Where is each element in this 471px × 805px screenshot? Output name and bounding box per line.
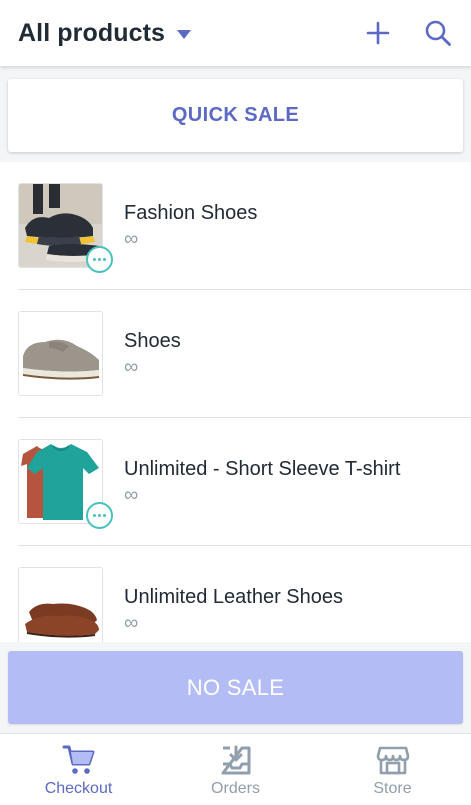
shoe-image: [19, 312, 102, 395]
caret-down-icon[interactable]: [177, 29, 192, 39]
product-name: Fashion Shoes: [124, 202, 258, 224]
plus-icon: [366, 21, 390, 45]
no-sale-button[interactable]: NO SALE: [8, 651, 463, 724]
product-name: Unlimited Leather Shoes: [124, 586, 344, 608]
quick-sale-button[interactable]: QUICK SALE: [8, 79, 463, 152]
leather-shoes-image: [19, 568, 102, 642]
product-thumbnail: [18, 311, 103, 396]
product-list: Fashion Shoes ∞ Shoes ∞ Unlimited - Shor…: [0, 162, 471, 642]
page-title[interactable]: All products: [18, 19, 165, 48]
bottom-tab-bar: Checkout Orders Store: [0, 733, 471, 805]
tab-label: Checkout: [44, 780, 113, 797]
tab-store[interactable]: Store: [314, 734, 471, 805]
product-stock: ∞: [124, 484, 139, 506]
tab-label: Store: [373, 780, 412, 797]
tab-label: Orders: [211, 780, 260, 797]
product-name: Shoes: [124, 330, 181, 352]
variants-badge: [86, 502, 113, 529]
product-list-item[interactable]: Unlimited - Short Sleeve T-shirt ∞: [0, 418, 471, 546]
tab-orders[interactable]: Orders: [157, 734, 314, 805]
quick-sale-area: QUICK SALE: [0, 66, 471, 162]
product-stock: ∞: [124, 228, 139, 250]
product-list-item[interactable]: Unlimited Leather Shoes ∞: [0, 546, 471, 642]
cart-icon: [62, 745, 94, 774]
product-thumbnail: [18, 567, 103, 642]
top-bar: All products: [0, 0, 471, 66]
search-button[interactable]: [423, 18, 453, 48]
search-icon: [425, 20, 451, 46]
product-name: Unlimited - Short Sleeve T-shirt: [124, 458, 401, 480]
add-product-button[interactable]: [363, 18, 393, 48]
storefront-icon: [376, 746, 409, 775]
variants-badge: [86, 246, 113, 273]
product-list-item[interactable]: Fashion Shoes ∞: [0, 162, 471, 290]
tab-checkout[interactable]: Checkout: [0, 734, 157, 805]
product-list-item[interactable]: Shoes ∞: [0, 290, 471, 418]
product-stock: ∞: [124, 356, 139, 378]
product-stock: ∞: [124, 612, 139, 634]
inbox-download-icon: [221, 745, 250, 775]
